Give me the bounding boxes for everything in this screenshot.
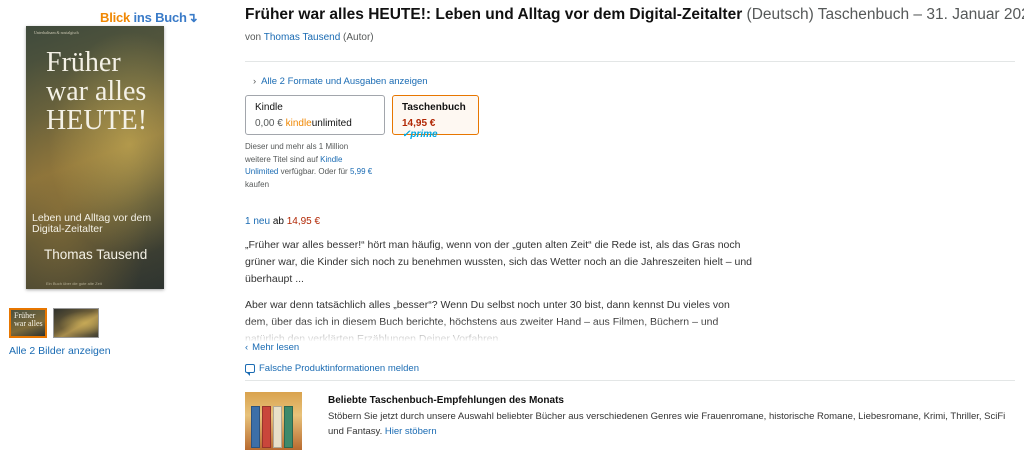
product-language: (Deutsch): [746, 6, 814, 23]
cover-bottom-text: Ein Buch über die gute alte Zeit: [46, 281, 102, 286]
offers-ab: ab: [272, 216, 284, 227]
ku-note-text2: verfügbar. Oder für: [280, 167, 348, 176]
ku-note-text3: kaufen: [245, 179, 270, 189]
divider: [245, 61, 1015, 62]
prime-badge-icon: ✓prime: [402, 129, 438, 140]
thumbnail-front-cover[interactable]: Früher war alles: [9, 308, 47, 338]
description-fade: [245, 320, 755, 342]
read-more-link[interactable]: ‹ Mehr lesen: [245, 342, 299, 353]
cover-author: Thomas Tausend: [44, 247, 148, 262]
product-title-line: Früher war alles HEUTE!: Leben und Allta…: [245, 6, 1024, 24]
all-images-link[interactable]: Alle 2 Bilder anzeigen: [9, 345, 111, 357]
cover-subtitle: Leben und Alltag vor dem Digital-Zeitalt…: [32, 212, 152, 235]
offers-price: 14,95 €: [286, 216, 321, 227]
divider: [245, 380, 1015, 381]
new-offers-link[interactable]: 1 neu: [245, 216, 270, 227]
promo-books-image[interactable]: [245, 392, 302, 450]
format-kindle-price: 0,00 €: [255, 118, 283, 129]
look-inside-label-part2: ins Buch: [133, 10, 187, 25]
all-formats-label: Alle 2 Formate und Ausgaben anzeigen: [261, 76, 428, 87]
promo-book-spine: [284, 406, 293, 448]
all-formats-link[interactable]: › Alle 2 Formate und Ausgaben anzeigen: [253, 76, 428, 87]
promo-book-spine: [251, 406, 260, 448]
format-paperback-price: 14,95 €: [402, 118, 436, 129]
kindle-buy-price-link[interactable]: 5,99 €: [350, 167, 372, 176]
author-role: (Autor): [343, 32, 374, 43]
product-format: Taschenbuch: [817, 6, 910, 23]
product-title: Früher war alles HEUTE!: Leben und Allta…: [245, 6, 743, 23]
format-kindle-button[interactable]: Kindle 0,00 € kindleunlimited: [245, 95, 385, 135]
promo-text: Stöbern Sie jetzt durch unsere Auswahl b…: [328, 409, 1018, 439]
product-date: – 31. Januar 2020: [913, 6, 1024, 23]
report-label: Falsche Produktinformationen melden: [259, 363, 420, 374]
thumbnail-back-image[interactable]: [53, 308, 99, 338]
byline-prefix: von: [245, 32, 262, 43]
thumbnail-front-text: Früher war alles: [14, 311, 43, 328]
format-kindle-price-row: 0,00 € kindleunlimited: [255, 118, 375, 129]
offers-line: 1 neu ab 14,95 €: [245, 216, 320, 227]
byline: von Thomas Tausend (Autor): [245, 32, 374, 43]
description-paragraph-1: „Früher war alles besser!“ hört man häuf…: [245, 239, 753, 285]
format-paperback-button[interactable]: Taschenbuch 14,95 € ✓prime: [392, 95, 479, 140]
kindle-unlimited-logo-part2: unlimited: [311, 118, 352, 129]
format-paperback-price-row: 14,95 € ✓prime: [402, 118, 469, 140]
author-link[interactable]: Thomas Tausend: [264, 32, 341, 43]
look-inside-badge[interactable]: Blick ins Buch↴: [100, 10, 198, 26]
cover-top-text: Unterhaltsam & nostalgisch: [34, 30, 79, 35]
look-inside-label-part1: Blick: [100, 10, 131, 25]
promo-browse-link[interactable]: Hier stöbern: [385, 426, 437, 437]
kindle-unlimited-note: Dieser und mehr als 1 Million weitere Ti…: [245, 141, 375, 191]
cover-title: Früher war alles HEUTE!: [46, 47, 148, 136]
format-paperback-name: Taschenbuch: [402, 102, 466, 113]
chevron-right-icon: ›: [253, 76, 257, 87]
chevron-left-icon: ‹: [245, 342, 249, 353]
book-cover-image[interactable]: Unterhaltsam & nostalgisch Früher war al…: [26, 26, 164, 289]
arrow-down-icon: ↴: [186, 10, 198, 25]
read-more-label: Mehr lesen: [252, 342, 300, 353]
promo-title: Beliebte Taschenbuch-Empfehlungen des Mo…: [328, 395, 564, 406]
image-thumbnails: Früher war alles: [9, 308, 99, 338]
promo-book-spine: [273, 406, 282, 448]
kindle-unlimited-logo-part1: kindle: [285, 118, 312, 129]
format-kindle-name: Kindle: [255, 102, 283, 113]
promo-book-spine: [262, 406, 271, 448]
report-incorrect-info-link[interactable]: Falsche Produktinformationen melden: [245, 363, 420, 376]
speech-bubble-icon: [245, 364, 255, 376]
